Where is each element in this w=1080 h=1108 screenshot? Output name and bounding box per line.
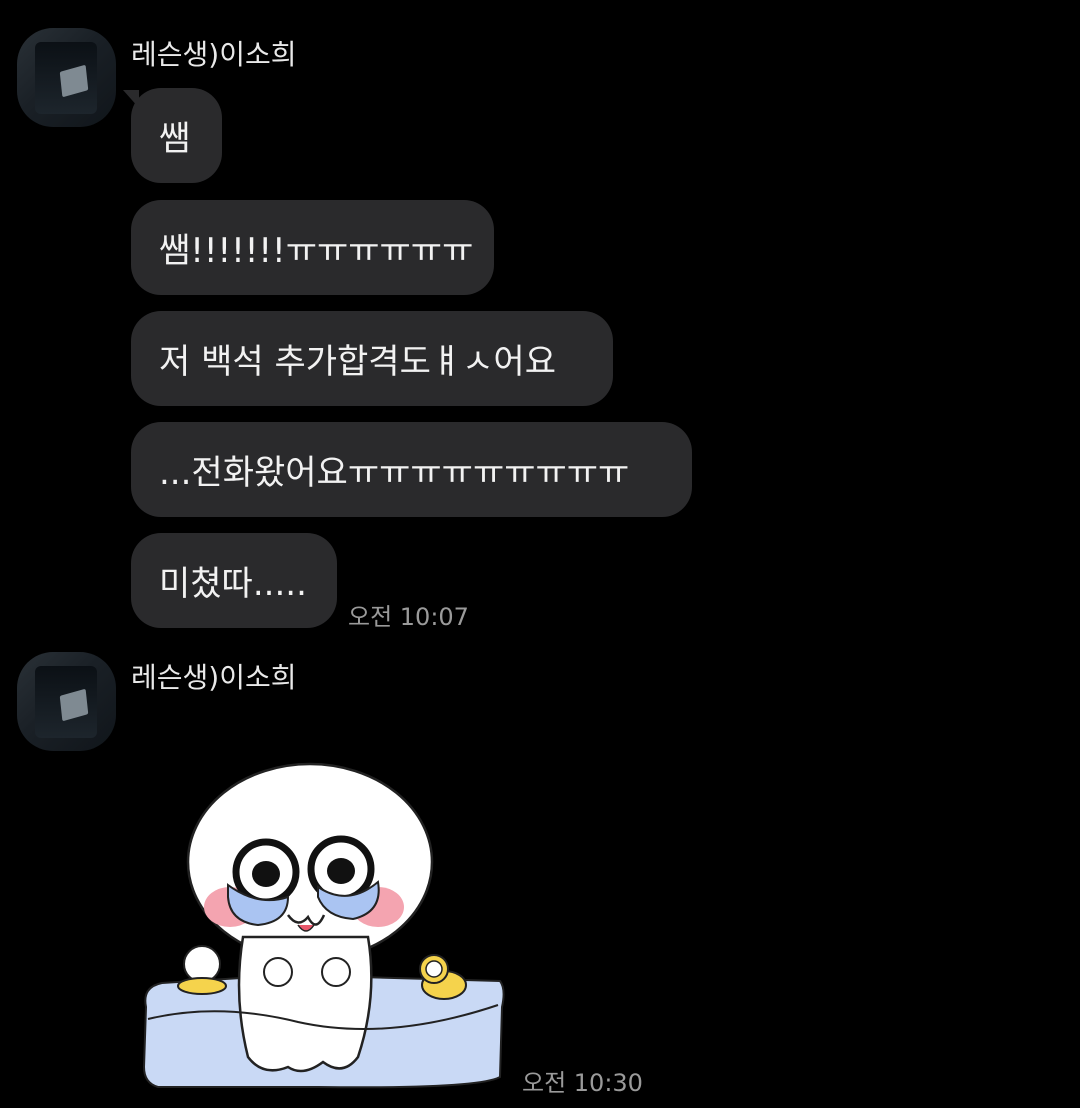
character-hand-left	[263, 957, 293, 987]
message-bubble[interactable]: 쌤!!!!!!!ㅠㅠㅠㅠㅠㅠ	[131, 200, 494, 295]
message-bubble[interactable]: 쌤	[131, 88, 222, 183]
message-bubble[interactable]: 저 백석 추가합격도ㅒㅅ어요	[131, 311, 613, 406]
character-pupil-left	[252, 861, 280, 887]
duck-face	[425, 960, 443, 978]
message-bubble[interactable]: ...전화왔어요ㅠㅠㅠㅠㅠㅠㅠㅠㅠ	[131, 422, 692, 517]
swim-ring	[177, 977, 227, 995]
character-body	[237, 935, 373, 1073]
message-timestamp: 오전 10:07	[348, 603, 469, 631]
crying-bath-character-sticker[interactable]	[138, 757, 508, 1092]
message-timestamp: 오전 10:30	[522, 1069, 643, 1097]
character-pupil-right	[327, 858, 355, 884]
character-hand-right	[321, 957, 351, 987]
sender-name: 레슨생)이소희	[131, 661, 297, 694]
sender-avatar[interactable]	[17, 28, 116, 127]
small-character-left	[183, 945, 221, 983]
sender-name: 레슨생)이소희	[131, 38, 297, 71]
sender-avatar[interactable]	[17, 652, 116, 751]
message-bubble[interactable]: 미쳤따.....	[131, 533, 337, 628]
